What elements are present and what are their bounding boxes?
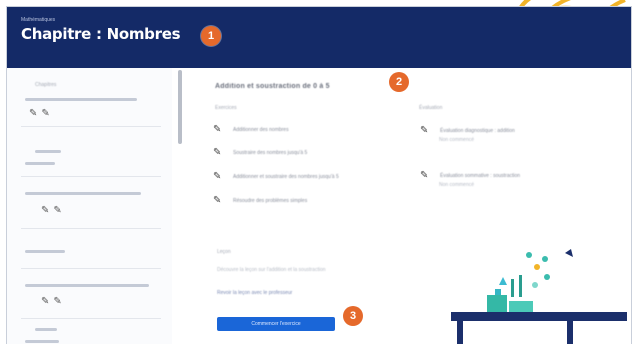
exercise-item[interactable]: ✎ Additionner et soustraire des nombres … [213, 171, 339, 182]
sidebar-section-label [35, 328, 57, 331]
pencil-icon: ✎ [213, 171, 222, 182]
sidebar-section-label [25, 98, 137, 101]
evaluation-item[interactable]: ✎ Évaluation diagnostique : addition [420, 125, 515, 136]
pencil-icon: ✎ [213, 124, 222, 135]
divider [21, 176, 161, 177]
callout-badge-2: 2 [389, 72, 409, 92]
pencil-icon[interactable]: ✎ [41, 296, 49, 307]
section-title: Addition et soustraction de 0 à 5 [215, 83, 330, 90]
lesson-link[interactable]: Revoir la leçon avec le professeur [217, 290, 292, 296]
pencil-icon: ✎ [420, 170, 429, 181]
sidebar-scrollbar[interactable] [178, 70, 182, 144]
callout-badge-1: 1 [201, 26, 221, 46]
sidebar-section-label [25, 192, 141, 195]
exercise-item[interactable]: ✎ Additionner des nombres [213, 124, 289, 135]
pencil-icon: ✎ [420, 125, 429, 136]
evaluation-status: Non commencé [439, 182, 475, 188]
sidebar-section-icons[interactable]: ✎ ✎ [29, 108, 50, 119]
divider [21, 268, 161, 269]
evaluation-status: Non commencé [439, 137, 475, 143]
sidebar-section-label [35, 150, 61, 153]
lesson-text: Découvre la leçon sur l'addition et la s… [217, 267, 326, 273]
sidebar-section-icons[interactable]: ✎ ✎ [41, 296, 62, 307]
header-bar: Mathématiques Chapitre : Nombres 1 [7, 7, 631, 68]
sidebar-heading: Chapitres [35, 82, 57, 88]
app-window: Mathématiques Chapitre : Nombres 1 Chapi… [6, 6, 632, 344]
start-exercise-button[interactable]: Commencer l'exercice [217, 317, 335, 331]
pencil-icon: ✎ [213, 147, 222, 158]
pencil-icon[interactable]: ✎ [53, 296, 61, 307]
exercises-heading: Exercices [215, 105, 237, 111]
page-title: Chapitre : Nombres [21, 25, 181, 43]
divider [21, 318, 161, 319]
evaluation-heading: Évaluation [419, 105, 443, 111]
sidebar: Chapitres ✎ ✎ ✎ ✎ ✎ ✎ [7, 68, 172, 344]
divider [21, 126, 161, 127]
sidebar-section-label [25, 162, 55, 165]
pencil-icon[interactable]: ✎ [53, 205, 61, 216]
pencil-icon[interactable]: ✎ [29, 108, 37, 119]
exercise-item[interactable]: ✎ Soustraire des nombres jusqu'à 5 [213, 147, 307, 158]
callout-badge-3: 3 [343, 306, 363, 326]
pencil-icon[interactable]: ✎ [41, 205, 49, 216]
abacus-illustration-icon [451, 249, 627, 344]
sidebar-section-icons[interactable]: ✎ ✎ [41, 205, 62, 216]
exercise-item[interactable]: ✎ Résoudre des problèmes simples [213, 195, 307, 206]
breadcrumb[interactable]: Mathématiques [21, 17, 55, 23]
evaluation-item[interactable]: ✎ Évaluation sommative : soustraction [420, 170, 520, 181]
divider [21, 228, 161, 229]
pencil-icon[interactable]: ✎ [41, 108, 49, 119]
sidebar-section-label [25, 284, 149, 287]
pencil-icon: ✎ [213, 195, 222, 206]
lesson-heading: Leçon [217, 249, 231, 255]
sidebar-section-label [25, 250, 65, 253]
